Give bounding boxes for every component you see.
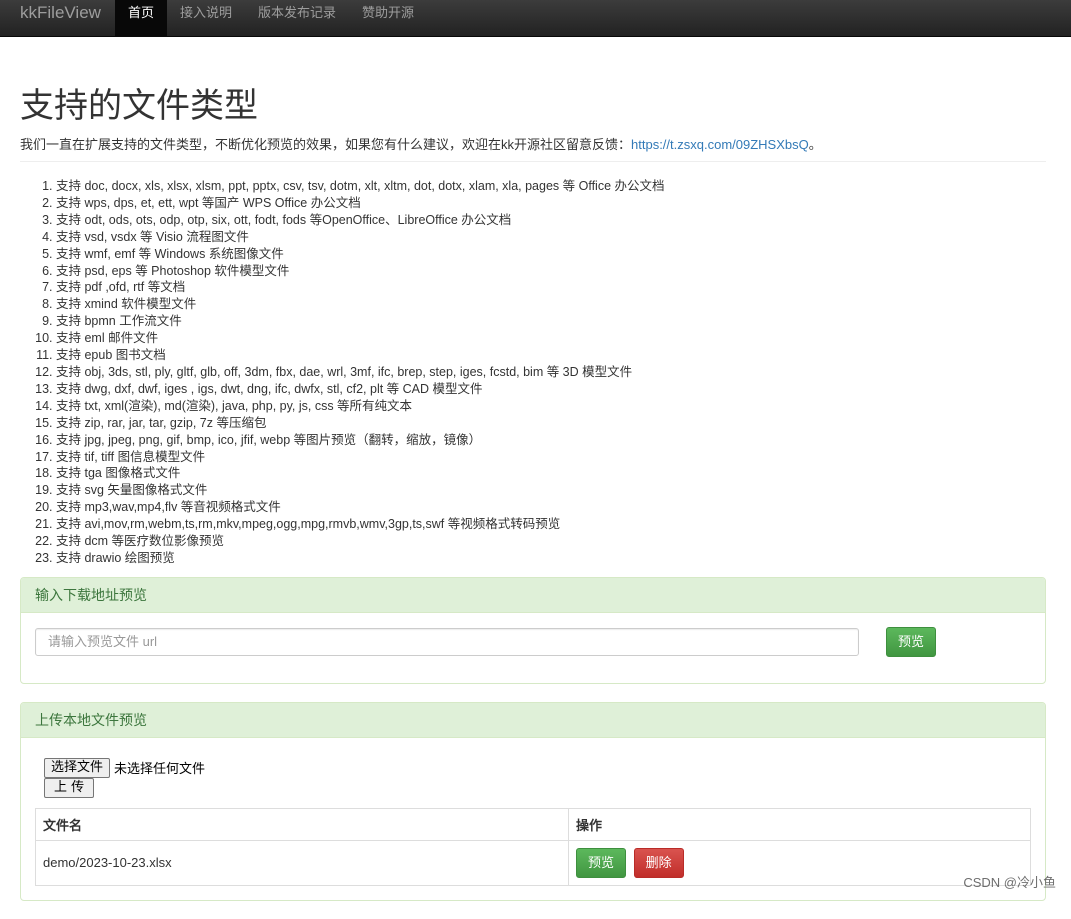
file-type-item: 支持 tif, tiff 图信息模型文件 — [56, 449, 1046, 466]
file-type-item: 支持 txt, xml(渲染), md(渲染), java, php, py, … — [56, 398, 1046, 415]
nav-item-home[interactable]: 首页 — [114, 0, 167, 36]
file-type-item: 支持 wmf, emf 等 Windows 系统图像文件 — [56, 246, 1046, 263]
upload-button[interactable]: 上 传 — [44, 777, 95, 798]
file-type-item: 支持 pdf ,ofd, rtf 等文档 — [56, 279, 1046, 296]
brand-logo[interactable]: kkFileView — [0, 0, 115, 36]
file-type-list: 支持 doc, docx, xls, xlsx, xlsm, ppt, pptx… — [20, 178, 1046, 567]
file-type-item: 支持 drawio 绘图预览 — [56, 550, 1046, 567]
main-container: 支持的文件类型 我们一直在扩展支持的文件类型，不断优化预览的效果，如果您有什么建… — [20, 36, 1046, 919]
nav-item-releases[interactable]: 版本发布记录 — [245, 0, 349, 36]
choose-file-button[interactable]: 选择文件 — [44, 757, 111, 778]
file-type-item: 支持 jpg, jpeg, png, gif, bmp, ico, jfif, … — [56, 432, 1046, 449]
file-name-cell: demo/2023-10-23.xlsx — [35, 839, 569, 886]
csdn-watermark: CSDN @冷小鱼 — [963, 875, 1056, 890]
url-input[interactable] — [35, 627, 859, 656]
actions-cell: 预览 删除 — [568, 839, 1031, 886]
file-type-item: 支持 odt, ods, ots, odp, otp, six, ott, fo… — [56, 212, 1046, 229]
file-type-item: 支持 psd, eps 等 Photoshop 软件模型文件 — [56, 263, 1046, 280]
file-type-item: 支持 mp3,wav,mp4,flv 等音视频格式文件 — [56, 499, 1046, 516]
file-type-item: 支持 xmind 软件模型文件 — [56, 296, 1046, 313]
lead-end: 。 — [808, 137, 822, 152]
page-lead: 我们一直在扩展支持的文件类型，不断优化预览的效果，如果您有什么建议，欢迎在kk开… — [20, 134, 1046, 153]
url-panel-title: 输入下载地址预览 — [21, 577, 1045, 613]
file-type-item: 支持 vsd, vsdx 等 Visio 流程图文件 — [56, 229, 1046, 246]
lead-text: 我们一直在扩展支持的文件类型，不断优化预览的效果，如果您有什么建议，欢迎在kk开… — [20, 137, 632, 152]
file-type-item: 支持 zip, rar, jar, tar, gzip, 7z 等压缩包 — [56, 415, 1046, 432]
row-delete-button[interactable]: 删除 — [633, 847, 684, 878]
column-header-filename: 文件名 — [35, 807, 569, 841]
table-row: demo/2023-10-23.xlsx 预览 删除 — [35, 839, 1031, 886]
file-type-item: 支持 dwg, dxf, dwf, iges , igs, dwt, dng, … — [56, 381, 1046, 398]
file-type-item: 支持 epub 图书文档 — [56, 347, 1046, 364]
file-type-item: 支持 avi,mov,rm,webm,ts,rm,mkv,mpeg,ogg,mp… — [56, 516, 1046, 533]
file-type-item: 支持 tga 图像格式文件 — [56, 465, 1046, 482]
file-type-item: 支持 bpmn 工作流文件 — [56, 313, 1046, 330]
file-type-item: 支持 obj, 3ds, stl, ply, gltf, glb, off, 3… — [56, 364, 1046, 381]
file-type-item: 支持 eml 邮件文件 — [56, 330, 1046, 347]
top-navbar: kkFileView 首页 接入说明 版本发布记录 赞助开源 — [0, 0, 1071, 37]
divider — [20, 161, 1046, 162]
file-type-item: 支持 doc, docx, xls, xlsx, xlsm, ppt, pptx… — [56, 178, 1046, 195]
file-type-item: 支持 dcm 等医疗数位影像预览 — [56, 533, 1046, 550]
file-type-item: 支持 svg 矢量图像格式文件 — [56, 482, 1046, 499]
nav-item-integration[interactable]: 接入说明 — [167, 0, 245, 36]
upload-panel-title: 上传本地文件预览 — [21, 702, 1045, 738]
file-type-item: 支持 wps, dps, et, ett, wpt 等国产 WPS Office… — [56, 195, 1046, 212]
url-preview-panel: 输入下载地址预览 预览 — [20, 576, 1046, 684]
url-preview-button[interactable]: 预览 — [886, 626, 937, 657]
row-preview-button[interactable]: 预览 — [576, 847, 627, 878]
column-header-actions: 操作 — [568, 807, 1031, 841]
page-title: 支持的文件类型 — [20, 87, 258, 125]
uploaded-files-table: 文件名 操作 demo/2023-10-23.xlsx 预览 删除 — [35, 807, 1031, 886]
table-header-row: 文件名 操作 — [35, 807, 1031, 841]
nav-item-sponsor[interactable]: 赞助开源 — [349, 0, 427, 36]
upload-panel: 上传本地文件预览 选择文件 未选择任何文件 上 传 文件名 操作 demo/20 — [20, 701, 1046, 901]
community-link[interactable]: https://t.zsxq.com/09ZHSXbsQ — [631, 137, 809, 152]
no-file-label: 未选择任何文件 — [114, 761, 206, 777]
